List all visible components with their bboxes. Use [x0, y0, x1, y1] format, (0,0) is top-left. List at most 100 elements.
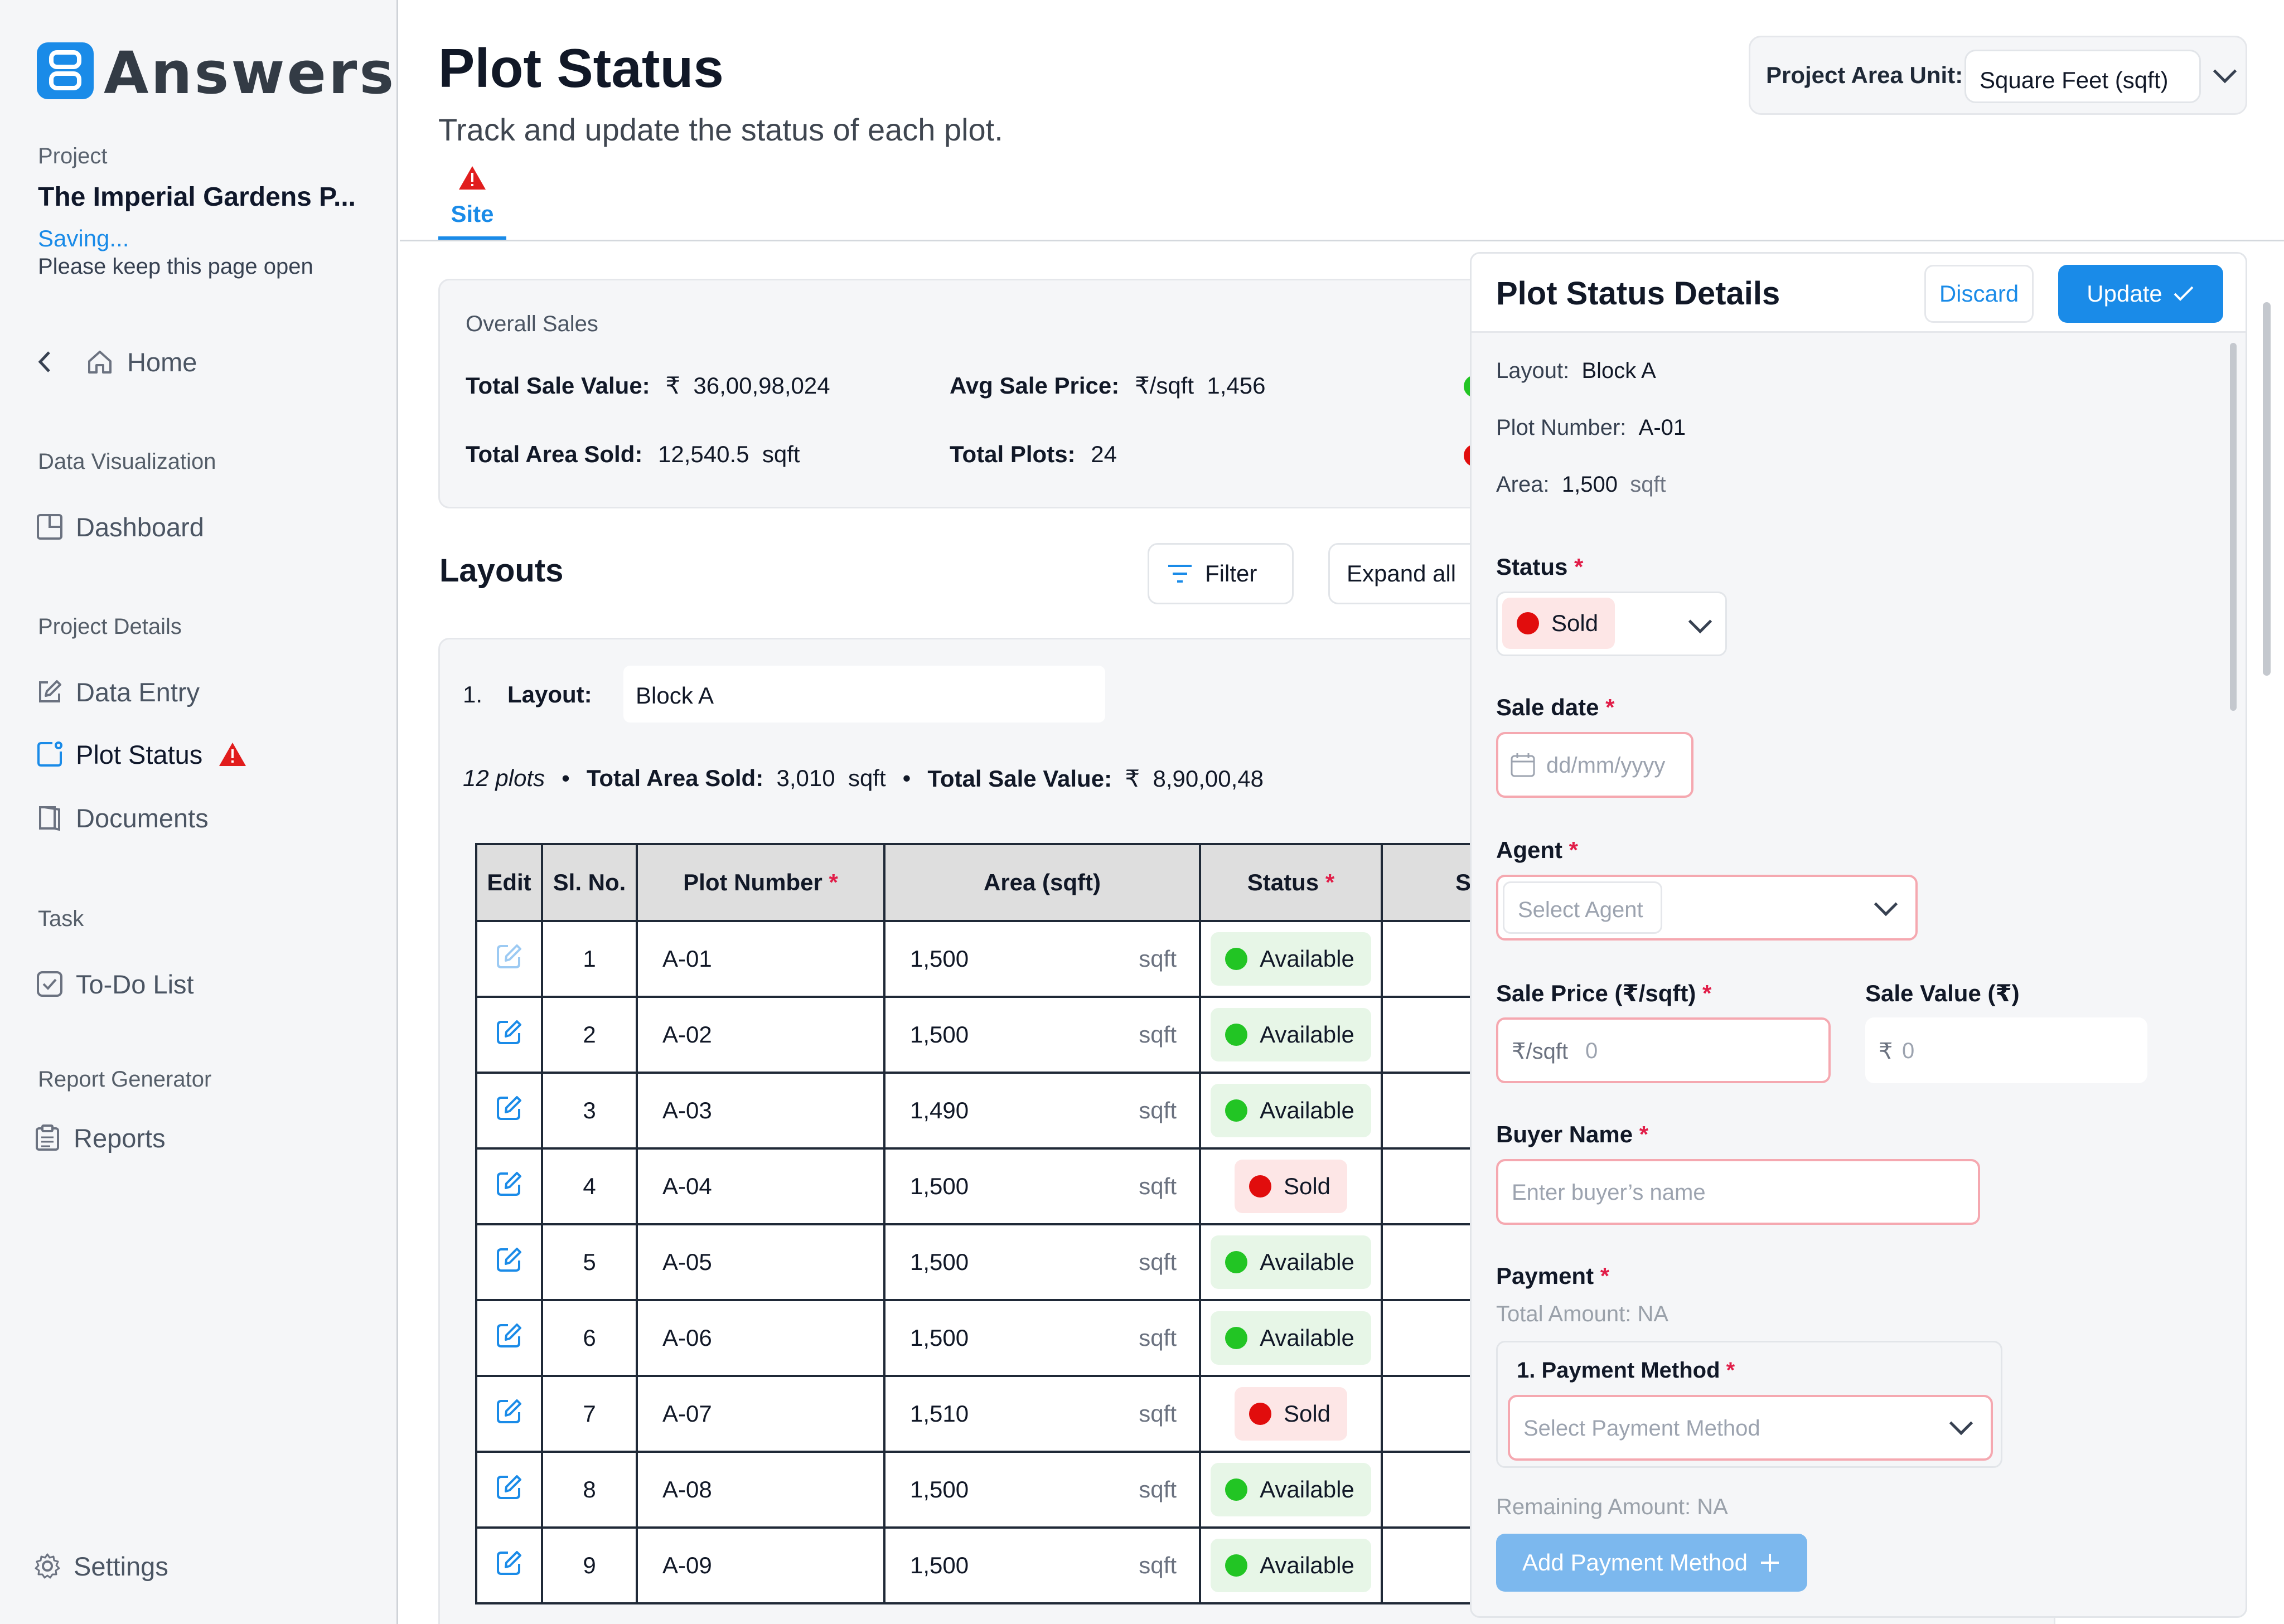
back-chevron-icon[interactable] [33, 348, 56, 376]
edit-cell[interactable] [475, 920, 543, 998]
status-select[interactable]: Sold [1496, 592, 1727, 656]
layout-summary: 12 plots • Total Area Sold: 3,010 sqft •… [463, 765, 1264, 792]
area-value: 1,500 [910, 1476, 969, 1502]
sidebar-item-dashboard[interactable]: Dashboard [36, 507, 204, 546]
chevron-down-icon[interactable] [1874, 892, 1898, 917]
sidebar-item-settings[interactable]: Settings [33, 1547, 168, 1586]
tab-site[interactable]: Site [438, 162, 506, 240]
edit-icon[interactable] [495, 1397, 524, 1426]
sidebar-item-reports[interactable]: Reports [33, 1118, 166, 1157]
home-link[interactable]: Home [33, 342, 197, 381]
sale-date-input[interactable]: dd/mm/yyyy [1496, 732, 1693, 798]
checkbox-icon [37, 971, 62, 997]
plus-icon [1760, 1554, 1779, 1572]
header-divider [400, 240, 2284, 241]
edit-icon[interactable] [495, 1169, 524, 1198]
status-badge[interactable]: Available [1211, 1539, 1371, 1592]
area-cell: 1,500 sqft [883, 1299, 1201, 1377]
discard-button[interactable]: Discard [1924, 265, 2034, 323]
edit-cell[interactable] [475, 996, 543, 1074]
edit-icon[interactable] [495, 1017, 524, 1046]
edit-cell[interactable] [475, 1072, 543, 1150]
agent-placeholder: Select Agent [1503, 881, 1662, 934]
panel-scrollbar[interactable] [2230, 343, 2237, 711]
status-badge[interactable]: Available [1211, 1235, 1371, 1289]
edit-cell[interactable] [475, 1375, 543, 1453]
status-text: Sold [1283, 1400, 1331, 1427]
payment-method-select[interactable]: Select Payment Method [1508, 1395, 1993, 1461]
buyer-name-input[interactable]: Enter buyer’s name [1496, 1159, 1980, 1225]
sidebar-item-todo[interactable]: To-Do List [36, 964, 194, 1004]
sl-no-cell: 4 [541, 1147, 638, 1225]
area-cell: 1,510 sqft [883, 1375, 1201, 1453]
chevron-down-icon[interactable] [1688, 609, 1712, 634]
sidebar-item-plot-status[interactable]: Plot Status [36, 735, 247, 774]
status-badge[interactable]: Available [1211, 1311, 1371, 1365]
total-area-sold: Total Area Sold: 12,540.5 sqft [466, 441, 800, 467]
warning-icon [219, 743, 246, 766]
payment-method-card: 1. Payment Method * Select Payment Metho… [1496, 1341, 2002, 1468]
agent-select[interactable]: Select Agent [1496, 875, 1918, 941]
status-cell[interactable]: Sold [1199, 1375, 1383, 1453]
status-badge[interactable]: Available [1211, 932, 1371, 986]
status-cell[interactable]: Available [1199, 1451, 1383, 1529]
status-text: Available [1260, 1097, 1354, 1123]
status-cell[interactable]: Sold [1199, 1147, 1383, 1225]
status-badge[interactable]: Available [1211, 1084, 1371, 1137]
update-button[interactable]: Update [2058, 265, 2223, 323]
remaining-amount: Remaining Amount: NA [1496, 1495, 1728, 1519]
status-badge[interactable]: Available [1211, 1463, 1371, 1516]
status-cell[interactable]: Available [1199, 996, 1383, 1074]
sidebar-item-data-entry[interactable]: Data Entry [36, 672, 200, 711]
plot-number-cell: A-08 [636, 1451, 885, 1529]
status-cell[interactable]: Available [1199, 920, 1383, 998]
edit-icon[interactable] [495, 1245, 524, 1274]
status-badge[interactable]: Sold [1234, 1387, 1348, 1441]
filter-button[interactable]: Filter [1148, 543, 1294, 604]
layout-name-input[interactable]: Block A [623, 666, 1105, 723]
add-payment-label: Add Payment Method [1522, 1549, 1748, 1575]
sl-no-cell: 5 [541, 1223, 638, 1301]
sale-value-prefix: ₹ [1879, 1039, 1893, 1064]
edit-cell[interactable] [475, 1451, 543, 1529]
status-text: Sold [1283, 1173, 1331, 1199]
chevron-down-icon[interactable] [2213, 59, 2237, 84]
plot-count: 12 plots [463, 765, 545, 791]
edit-cell[interactable] [475, 1223, 543, 1301]
edit-cell[interactable] [475, 1147, 543, 1225]
unit-select[interactable]: Square Feet (sqft) [1964, 50, 2201, 103]
tab-label: Site [451, 201, 494, 227]
keep-open-note: Please keep this page open [38, 254, 313, 279]
status-badge[interactable]: Available [1211, 1008, 1371, 1061]
edit-cell[interactable] [475, 1526, 543, 1604]
total-amount: Total Amount: NA [1496, 1302, 1669, 1326]
area-cell: 1,500 sqft [883, 1147, 1201, 1225]
edit-icon[interactable] [495, 942, 524, 971]
sidebar-item-label: Plot Status [76, 739, 203, 769]
edit-icon[interactable] [495, 1093, 524, 1122]
status-badge[interactable]: Sold [1234, 1160, 1348, 1213]
status-cell[interactable]: Available [1199, 1526, 1383, 1604]
edit-cell[interactable] [475, 1299, 543, 1377]
page-scrollbar[interactable] [2263, 302, 2271, 676]
status-cell[interactable]: Available [1199, 1299, 1383, 1377]
buyer-name-placeholder: Enter buyer’s name [1512, 1180, 1706, 1205]
sold-dot-icon [1517, 612, 1539, 634]
project-name[interactable]: The Imperial Gardens P... [38, 182, 356, 212]
avg-sale-price: Avg Sale Price: ₹/sqft 1,456 [950, 372, 1266, 399]
edit-icon[interactable] [495, 1548, 524, 1577]
status-cell[interactable]: Available [1199, 1072, 1383, 1150]
summary-value: Total Sale Value: ₹ 8,90,00,48 [927, 765, 1264, 792]
edit-icon[interactable] [495, 1472, 524, 1501]
sl-no-cell: 8 [541, 1451, 638, 1529]
sale-price-input[interactable]: ₹/sqft 0 [1496, 1017, 1831, 1083]
area-unit: sqft [1139, 1552, 1177, 1578]
area-cell: 1,500 sqft [883, 996, 1201, 1074]
area-unit: sqft [1139, 1097, 1177, 1123]
chevron-down-icon[interactable] [1949, 1411, 1973, 1436]
area-value: 1,500 [910, 1325, 969, 1351]
sidebar-item-documents[interactable]: Documents [36, 798, 209, 837]
add-payment-method-button[interactable]: Add Payment Method [1496, 1534, 1807, 1592]
status-cell[interactable]: Available [1199, 1223, 1383, 1301]
edit-icon[interactable] [495, 1321, 524, 1350]
